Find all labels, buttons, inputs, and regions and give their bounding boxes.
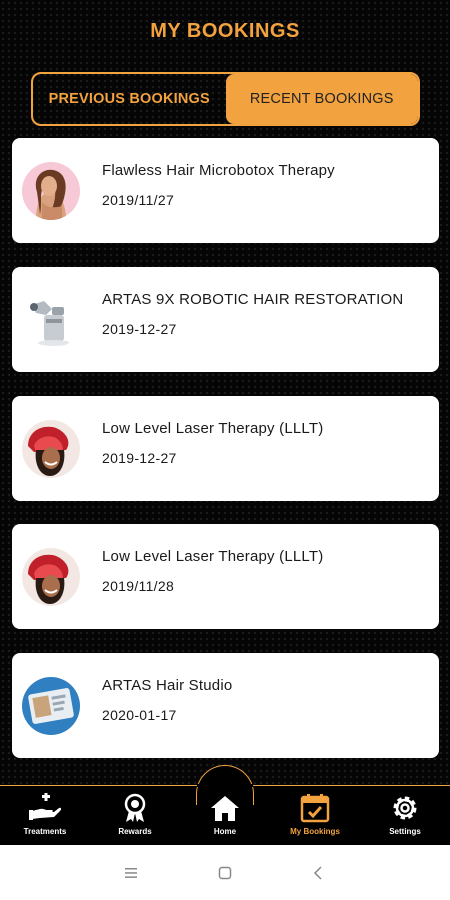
nav-home[interactable]: Home <box>180 793 270 843</box>
home-icon <box>211 796 239 821</box>
calendar-check-icon <box>300 794 330 823</box>
recent-apps-button[interactable] <box>84 858 178 888</box>
nav-my-bookings[interactable]: My Bookings <box>270 793 360 843</box>
woman-portrait-thumbnail <box>22 162 80 220</box>
menu-lines-icon <box>125 867 137 878</box>
booking-card[interactable]: Flawless Hair Microbotox Therapy 2019/11… <box>12 138 439 243</box>
nav-treatments[interactable]: Treatments <box>0 793 90 843</box>
gear-icon <box>393 796 417 820</box>
booking-card[interactable]: Low Level Laser Therapy (LLLT) 2019/11/2… <box>12 524 439 629</box>
chevron-left-icon <box>313 865 322 880</box>
booking-date: 2019/11/27 <box>102 192 175 208</box>
nav-label-my-bookings: My Bookings <box>290 827 340 836</box>
tablet-app-thumbnail <box>22 677 80 735</box>
booking-title: Flawless Hair Microbotox Therapy <box>102 162 335 179</box>
nav-label-treatments: Treatments <box>23 827 67 836</box>
booking-date: 2019-12-27 <box>102 450 177 466</box>
booking-date: 2019-12-27 <box>102 321 177 337</box>
booking-date: 2019/11/28 <box>102 578 175 594</box>
nav-label-rewards: Rewards <box>118 827 152 836</box>
booking-title: ARTAS Hair Studio <box>102 677 233 694</box>
booking-title: Low Level Laser Therapy (LLLT) <box>102 420 324 437</box>
booking-card[interactable]: Low Level Laser Therapy (LLLT) 2019-12-2… <box>12 396 439 501</box>
page-title: MY BOOKINGS <box>150 20 300 42</box>
robotic-device-thumbnail <box>22 291 80 349</box>
bookings-screen: MY BOOKINGS PREVIOUS BOOKINGS RECENT BOO… <box>0 0 450 845</box>
tab-recent-bookings[interactable]: RECENT BOOKINGS <box>225 74 418 124</box>
system-back-button[interactable] <box>272 858 366 888</box>
nav-settings[interactable]: Settings <box>360 793 450 843</box>
booking-card[interactable]: ARTAS 9X ROBOTIC HAIR RESTORATION 2019-1… <box>12 267 439 372</box>
tab-previous-bookings[interactable]: PREVIOUS BOOKINGS <box>33 74 226 124</box>
booking-date: 2020-01-17 <box>102 707 177 723</box>
booking-title: ARTAS 9X ROBOTIC HAIR RESTORATION <box>102 291 404 308</box>
system-navigation-bar <box>0 845 450 900</box>
system-home-button[interactable] <box>178 858 272 888</box>
bookings-tab-switch: PREVIOUS BOOKINGS RECENT BOOKINGS <box>31 72 420 126</box>
booking-title: Low Level Laser Therapy (LLLT) <box>102 548 324 565</box>
square-icon <box>218 866 232 879</box>
laser-cap-woman-thumbnail <box>22 420 80 478</box>
nav-rewards[interactable]: Rewards <box>90 793 180 843</box>
treatments-icon <box>29 793 62 820</box>
nav-label-settings: Settings <box>389 827 421 836</box>
nav-label-home: Home <box>213 827 237 836</box>
award-ribbon-icon <box>124 793 146 822</box>
laser-cap-woman-thumbnail <box>22 548 80 606</box>
booking-card[interactable]: ARTAS Hair Studio 2020-01-17 <box>12 653 439 758</box>
